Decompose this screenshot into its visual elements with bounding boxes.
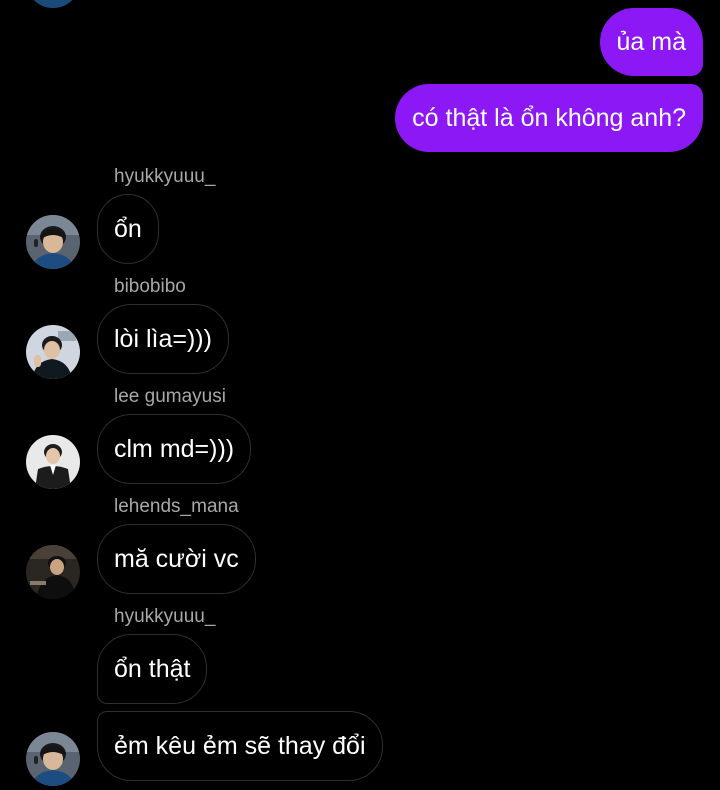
message-text: ổn (114, 215, 142, 243)
received-message-bubble[interactable]: ẻm kêu ẻm sẽ thay đổi (97, 711, 383, 781)
received-message-bubble[interactable]: clm md=))) (97, 414, 252, 484)
message-text: ủa mà (616, 28, 686, 56)
sent-message-bubble[interactable]: có thật là ổn không anh? (395, 84, 703, 152)
avatar[interactable] (26, 435, 80, 489)
avatar-partial[interactable] (26, 0, 80, 8)
message-text: ẻm kêu ẻm sẽ thay đổi (114, 732, 366, 760)
avatar[interactable] (26, 215, 80, 269)
sender-name: hyukkyuuu_ (114, 166, 216, 187)
avatar[interactable] (26, 732, 80, 786)
received-message-bubble[interactable]: mă cười vc (97, 524, 256, 594)
avatar[interactable] (26, 325, 80, 379)
sender-name: lehends_mana (114, 496, 239, 517)
sender-name: lee gumayusi (114, 386, 226, 407)
message-text: ổn thật (114, 655, 191, 683)
message-text: clm md=))) (114, 435, 235, 463)
sent-message-bubble[interactable]: ủa mà (599, 8, 703, 76)
received-message-bubble[interactable]: ổn thật (97, 634, 208, 704)
received-message-bubble[interactable]: lòi lìa=))) (97, 304, 229, 374)
sender-name: hyukkyuuu_ (114, 606, 216, 627)
sender-name: bibobibo (114, 276, 186, 297)
message-text: mă cười vc (114, 545, 239, 573)
received-message-bubble[interactable]: ổn (97, 194, 159, 264)
message-text: có thật là ổn không anh? (412, 104, 686, 132)
avatar[interactable] (26, 545, 80, 599)
message-text: lòi lìa=))) (114, 325, 212, 353)
